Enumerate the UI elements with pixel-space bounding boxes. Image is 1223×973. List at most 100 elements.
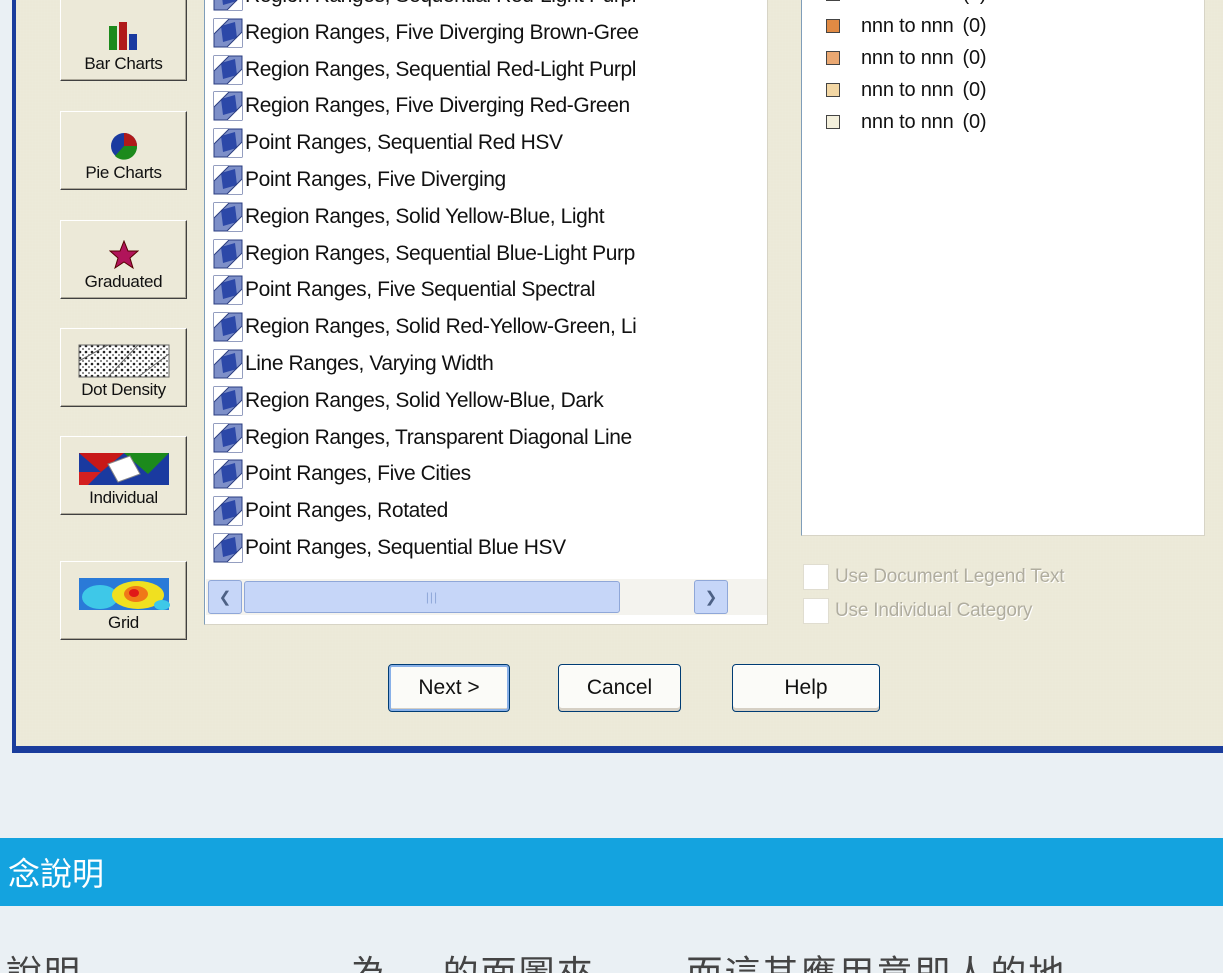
help-button[interactable]: Help — [732, 664, 880, 712]
star-icon — [108, 240, 139, 270]
template-list-item[interactable]: Region Ranges, Solid Yellow-Blue, Light — [213, 202, 605, 232]
template-list-item[interactable]: Region Ranges, Solid Red-Yellow-Green, L… — [213, 312, 637, 342]
template-list-item[interactable]: Region Ranges, Sequential Blue-Light Pur… — [213, 239, 635, 269]
help-button-label: Help — [784, 676, 828, 699]
template-list-item-label: Point Ranges, Rotated — [245, 499, 448, 523]
type-button-pie-charts[interactable]: Pie Charts — [60, 111, 187, 190]
thematic-template-icon — [213, 0, 243, 11]
template-list-item[interactable]: Region Ranges, Sequential Red-Light Purp… — [213, 55, 636, 85]
chevron-right-icon: ❯ — [704, 589, 718, 606]
template-listbox[interactable]: Region Ranges, Sequential Red-Light Purp… — [204, 0, 768, 625]
legend-range-label: nnn to nnn — [861, 78, 954, 101]
template-list-item[interactable]: Point Ranges, Five Sequential Spectral — [213, 275, 596, 305]
template-list-item-label: Region Ranges, Five Diverging Brown-Gree — [245, 20, 639, 44]
chevron-left-icon: ❮ — [218, 589, 232, 606]
template-list-item-label: Region Ranges, Sequential Red-Light Purp… — [245, 57, 637, 81]
template-list-item[interactable]: Point Ranges, Sequential Blue HSV — [213, 533, 566, 563]
template-list-item[interactable]: Region Ranges, Transparent Diagonal Line — [213, 423, 632, 453]
page: { "dialog": { "type_buttons": [ {"id":"b… — [0, 0, 1223, 973]
cancel-button-label: Cancel — [586, 676, 653, 699]
thematic-template-icon — [213, 312, 243, 342]
legend-row: nnn to nnn (0) — [826, 46, 987, 70]
horizontal-scroll-thumb[interactable]: ||| — [244, 581, 620, 613]
type-button-graduated[interactable]: Graduated — [60, 220, 187, 299]
thematic-template-icon — [213, 459, 243, 489]
legend-count: (0) — [962, 14, 987, 37]
section-title: 念說明 — [8, 855, 105, 893]
thematic-template-icon — [213, 91, 243, 121]
template-list-item-label: Point Ranges, Five Diverging — [245, 168, 506, 191]
template-list-item[interactable]: Point Ranges, Sequential Red HSV — [213, 128, 563, 158]
section-header-bar: 念說明 — [0, 838, 1223, 906]
legend-range-label: nnn to nnn — [861, 110, 954, 133]
thematic-template-icon — [213, 239, 243, 269]
bar-chart-icon — [108, 22, 137, 50]
legend-row: nnn to nnn (0) — [826, 0, 987, 6]
legend-row: nnn to nnn (0) — [826, 14, 987, 38]
legend-count: (0) — [963, 0, 987, 6]
template-list-item[interactable]: Region Ranges, Solid Yellow-Blue, Dark — [213, 386, 604, 416]
checkbox-label: Use Document Legend Text — [835, 566, 1065, 587]
pie-chart-icon — [110, 133, 137, 160]
thematic-template-icon — [213, 349, 243, 379]
horizontal-scrollbar[interactable]: ❮ ||| ❯ — [206, 579, 767, 615]
individual-icon — [78, 453, 169, 485]
legend-swatch — [826, 83, 840, 97]
next-button[interactable]: Next > — [388, 664, 510, 712]
legend-swatch — [826, 115, 840, 129]
type-button-dot-density[interactable]: Dot Density — [60, 328, 187, 407]
use-document-legend-text-checkbox[interactable]: Use Document Legend Text — [803, 564, 1065, 590]
legend-range-label: nnn to nnn — [861, 0, 954, 6]
template-list-item-label: Region Ranges, Solid Yellow-Blue, Light — [245, 204, 605, 228]
template-list-item-label: Point Ranges, Five Cities — [245, 462, 471, 486]
checkbox-box[interactable] — [803, 564, 829, 590]
template-list-item[interactable]: Point Ranges, Five Cities — [213, 459, 471, 489]
legend-count: (0) — [962, 46, 987, 69]
type-button-label: Dot Density — [81, 380, 166, 399]
thematic-template-icon — [213, 55, 243, 85]
template-list-item-label: Region Ranges, Five Diverging Red-Green — [245, 94, 630, 118]
template-list-item-label: Point Ranges, Sequential Red HSV — [245, 131, 563, 155]
thematic-template-icon — [213, 275, 243, 305]
type-button-bar-charts[interactable]: Bar Charts — [60, 0, 187, 81]
create-thematic-map-dialog: Bar Charts Pie Charts Graduated Dot Dens… — [16, 0, 1223, 746]
type-button-grid[interactable]: Grid — [60, 561, 187, 640]
thematic-template-icon — [213, 496, 243, 526]
type-button-label: Grid — [108, 613, 139, 632]
type-button-label: Graduated — [84, 272, 163, 291]
template-list-item-label: Region Ranges, Solid Red-Yellow-Green, L… — [245, 315, 637, 339]
legend-swatch — [826, 19, 840, 33]
dot-density-icon — [78, 344, 169, 378]
thematic-template-icon — [213, 533, 243, 563]
thematic-template-icon — [213, 386, 243, 416]
cancel-button[interactable]: Cancel — [558, 664, 681, 712]
scroll-left-button[interactable]: ❮ — [208, 580, 242, 614]
template-list-item[interactable]: Point Ranges, Five Diverging — [213, 165, 506, 195]
thematic-template-icon — [213, 165, 243, 195]
legend-count: (0) — [962, 110, 987, 133]
checkbox-label: Use Individual Category — [835, 600, 1033, 621]
template-list-item[interactable]: Region Ranges, Five Diverging Red-Green — [213, 91, 630, 121]
thematic-template-icon — [213, 18, 243, 48]
template-list-item[interactable]: Line Ranges, Varying Width — [213, 349, 494, 379]
template-list-item-label: Line Ranges, Varying Width — [245, 352, 494, 375]
use-individual-category-checkbox[interactable]: Use Individual Category — [803, 598, 1032, 624]
template-list-item[interactable]: Region Ranges, Five Diverging Brown-Gree — [213, 18, 639, 48]
body-text-cut-off: 說明 為 的面圖來… 而這其應用意即人的地 — [6, 955, 1066, 973]
checkbox-box[interactable] — [803, 598, 829, 624]
template-list-item-label: Region Ranges, Solid Yellow-Blue, Dark — [245, 388, 604, 412]
template-list-item[interactable]: Point Ranges, Rotated — [213, 496, 448, 526]
legend-row: nnn to nnn (0) — [826, 110, 987, 134]
scroll-right-button[interactable]: ❯ — [694, 580, 728, 614]
template-list-item[interactable]: Region Ranges, Sequential Red-Light Purp… — [213, 0, 636, 11]
template-list-item-label: Region Ranges, Sequential Blue-Light Pur… — [245, 241, 635, 265]
legend-count: (0) — [962, 78, 987, 101]
template-list-item-label: Region Ranges, Sequential Red-Light Purp… — [245, 0, 636, 8]
type-button-label: Individual — [89, 488, 158, 507]
type-button-label: Bar Charts — [84, 54, 163, 73]
type-button-individual[interactable]: Individual — [60, 436, 187, 515]
type-button-label: Pie Charts — [85, 163, 162, 182]
template-list-item-label: Point Ranges, Sequential Blue HSV — [245, 536, 566, 559]
legend-row: nnn to nnn (0) — [826, 78, 987, 102]
next-button-label: Next > — [418, 676, 480, 699]
